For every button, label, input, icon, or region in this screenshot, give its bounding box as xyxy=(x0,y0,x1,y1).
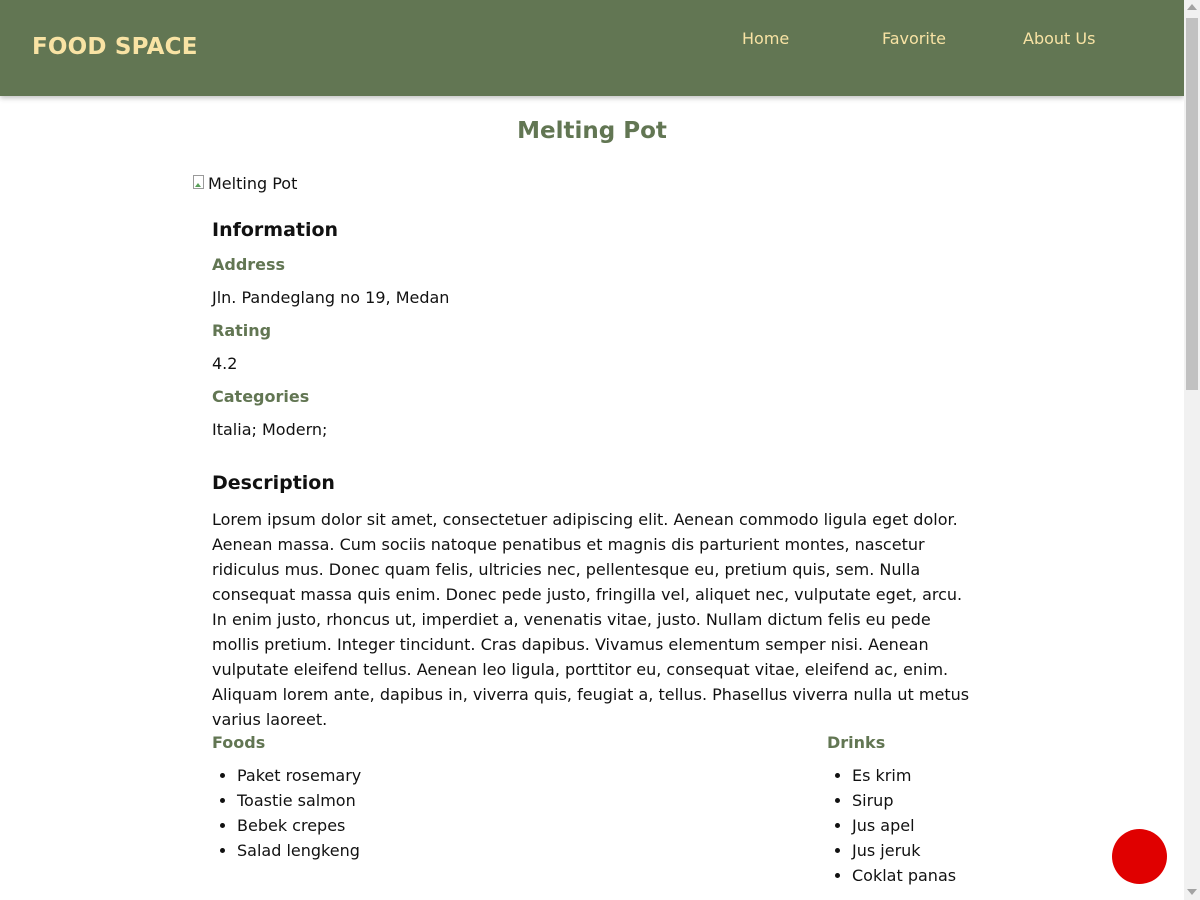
favorite-button[interactable] xyxy=(1112,829,1167,884)
scroll-up-arrow-icon[interactable] xyxy=(1187,4,1197,10)
nav-home-link[interactable]: Home xyxy=(742,29,789,48)
foods-list: Paket rosemary Toastie salmon Bebek crep… xyxy=(212,763,361,863)
list-item: Sirup xyxy=(852,788,956,813)
restaurant-image-alt: Melting Pot xyxy=(208,173,298,193)
rating-value: 4.2 xyxy=(212,354,238,373)
list-item: Coklat panas xyxy=(852,863,956,888)
nav-favorite-link[interactable]: Favorite xyxy=(882,29,946,48)
restaurant-name: Melting Pot xyxy=(517,118,667,144)
list-item: Jus apel xyxy=(852,813,956,838)
scrollbar-thumb[interactable] xyxy=(1186,18,1198,390)
foods-label: Foods xyxy=(212,733,266,752)
drinks-menu: Drinks Es krim Sirup Jus apel Jus jeruk … xyxy=(827,733,956,888)
description-text: Lorem ipsum dolor sit amet, consectetuer… xyxy=(212,510,970,729)
drinks-list: Es krim Sirup Jus apel Jus jeruk Coklat … xyxy=(827,763,956,888)
list-item: Salad lengkeng xyxy=(237,838,361,863)
app-header: FOOD SPACE Home Favorite About Us xyxy=(0,0,1184,96)
scroll-down-arrow-icon[interactable] xyxy=(1187,889,1197,895)
address-label: Address xyxy=(212,255,286,274)
list-item: Es krim xyxy=(852,763,956,788)
brand-logo[interactable]: FOOD SPACE xyxy=(32,34,198,60)
address-value: Jln. Pandeglang no 19, Medan xyxy=(212,288,450,307)
information-heading: Information xyxy=(212,219,339,241)
broken-image-icon xyxy=(192,175,208,191)
drinks-label: Drinks xyxy=(827,733,886,752)
restaurant-image: Melting Pot xyxy=(192,172,297,194)
categories-value: Italia; Modern; xyxy=(212,420,328,439)
list-item: Jus jeruk xyxy=(852,838,956,863)
description-heading: Description xyxy=(212,472,335,494)
categories-label: Categories xyxy=(212,387,310,406)
foods-menu: Foods Paket rosemary Toastie salmon Bebe… xyxy=(212,733,361,863)
nav-about-link[interactable]: About Us xyxy=(1023,29,1095,48)
list-item: Paket rosemary xyxy=(237,763,361,788)
rating-label: Rating xyxy=(212,321,272,340)
list-item: Bebek crepes xyxy=(237,813,361,838)
list-item: Toastie salmon xyxy=(237,788,361,813)
